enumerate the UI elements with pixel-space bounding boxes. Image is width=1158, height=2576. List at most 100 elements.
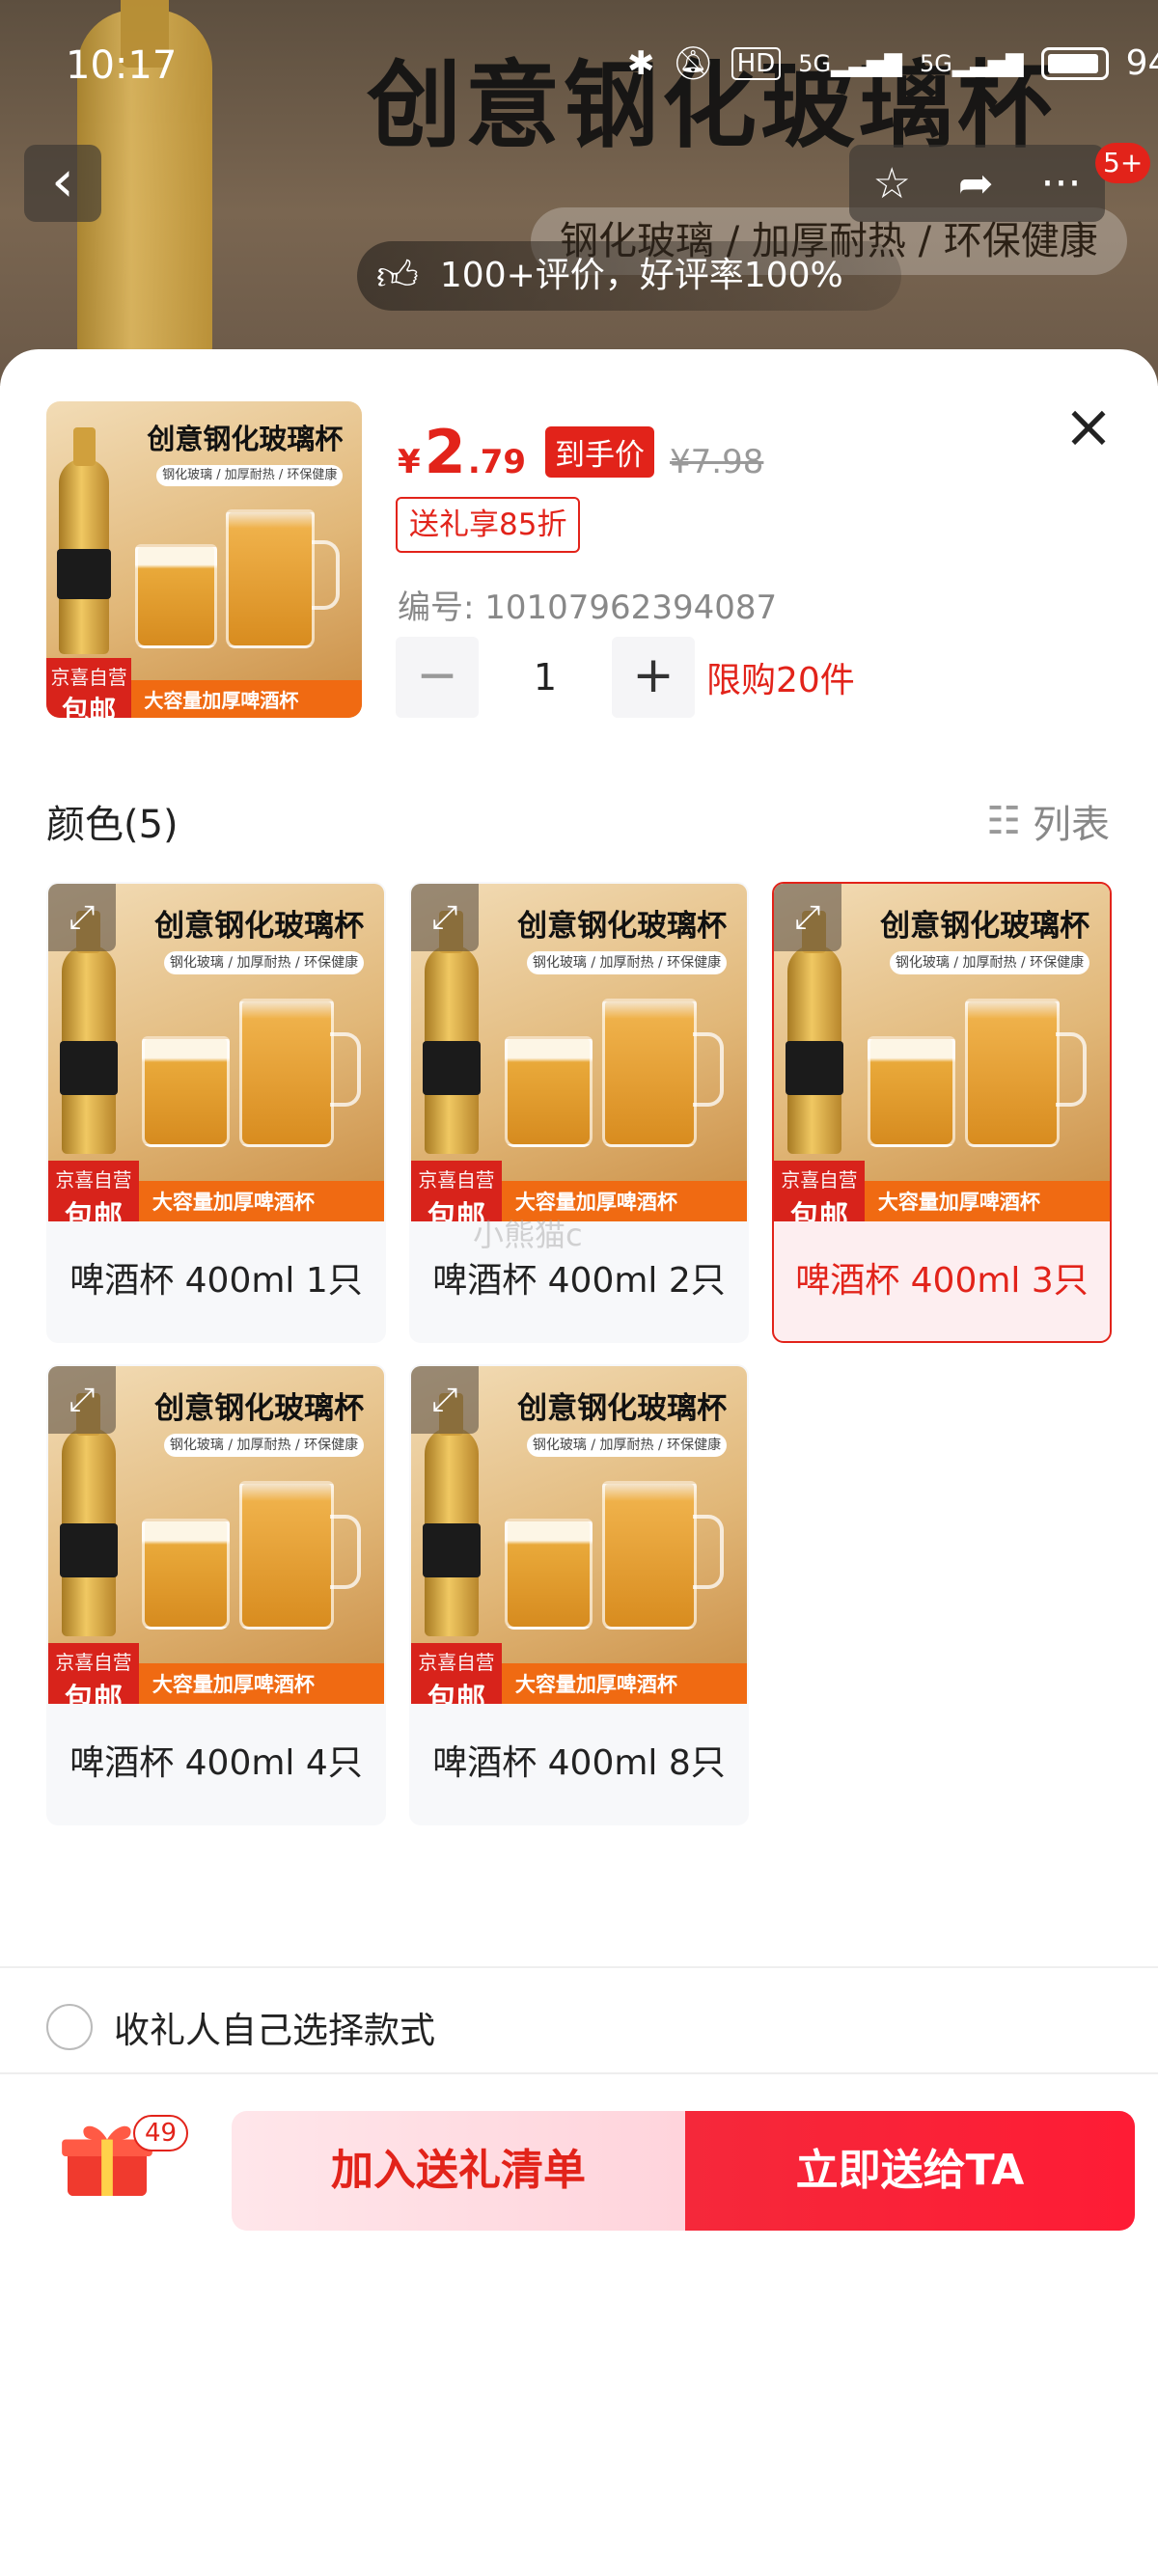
quantity-value[interactable]: 1 [479,656,612,699]
image-tags: 钢化玻璃 / 加厚耐热 / 环保健康 [156,464,344,486]
cart-badge: 5+ [1095,143,1151,183]
original-price: ¥7.98 [670,443,764,481]
price-symbol: ¥ [398,443,421,481]
image-title: 创意钢化玻璃杯 [154,908,365,944]
self-operated-badge: 京喜自营 包邮 [48,1161,139,1221]
expand-icon[interactable]: ⤢ [48,884,116,951]
color-option-card[interactable]: 创意钢化玻璃杯钢化玻璃 / 加厚耐热 / 环保健康京喜自营 包邮 大容量加厚啤酒杯 ⤢… [772,882,1112,1343]
bottle-graphic [59,911,118,1154]
bottle-graphic [422,911,481,1154]
expand-icon[interactable]: ⤢ [411,1366,479,1434]
image-tags: 钢化玻璃 / 加厚耐热 / 环保健康 [889,951,1090,974]
bottle-graphic [785,911,843,1154]
image-banner: 大容量加厚啤酒杯 [131,679,362,718]
image-title: 创意钢化玻璃杯 [147,423,344,456]
self-operated-badge: 京喜自营 包邮 [48,1643,139,1704]
product-image: 创意钢化玻璃杯钢化玻璃 / 加厚耐热 / 环保健康京喜自营 包邮 大容量加厚啤酒杯 ⤢ [774,884,1110,1221]
bluetooth-icon: ✱ [627,43,655,83]
option-label: 啤酒杯 400ml 4只 [69,1743,363,1783]
image-banner: 大容量加厚啤酒杯 [501,1663,747,1704]
option-label: 啤酒杯 400ml 3只 [795,1261,1089,1301]
mug-graphic [239,1481,334,1630]
image-title: 创意钢化玻璃杯 [517,1390,728,1426]
radio-button[interactable] [46,2004,93,2050]
image-banner: 大容量加厚啤酒杯 [864,1181,1110,1221]
bottle-graphic [422,1393,481,1636]
bottle-graphic [59,1393,118,1636]
review-text: 100+评价，好评率100% [439,256,843,295]
list-toggle-label: 列表 [1033,803,1110,847]
image-title: 创意钢化玻璃杯 [880,908,1090,944]
mug-graphic [965,999,1060,1147]
sku-number: 编号: 10107962394087 [398,589,778,627]
close-icon[interactable]: × [1060,397,1117,457]
status-icons: ✱ 🔕︎ HD 5G▂▃▅▇ 5G▂▃▅▇ 94% [627,43,1158,83]
gift-list-count: 49 [133,2115,189,2151]
purchase-limit: 限购20件 [706,661,855,700]
product-image: 创意钢化玻璃杯 钢化玻璃 / 加厚耐热 / 环保健康 京喜自营 包邮 大容量加厚啤酒杯 ⤢ [48,884,384,1221]
recipient-choose-label: 收礼人自己选择款式 [114,2010,435,2051]
mug-graphic [239,999,334,1147]
more-icon[interactable]: ··· [1041,159,1082,208]
add-to-gift-list-button[interactable]: 加入送礼清单 [232,2111,685,2231]
mug-graphic [602,1481,697,1630]
send-gift-now-button[interactable]: 立即送给TA [685,2111,1135,2231]
color-option-card[interactable]: 创意钢化玻璃杯 钢化玻璃 / 加厚耐热 / 环保健康 京喜自营 包邮 大容量加厚啤酒杯 ⤢… [409,882,749,1343]
color-section-title: 颜色(5) [46,803,179,847]
gift-discount-badge: 送礼享85折 [396,497,581,553]
price: ¥ 2 .79 到手价 ¥7.98 [398,417,763,487]
product-image: 创意钢化玻璃杯 钢化玻璃 / 加厚耐热 / 环保健康 京喜自营 包邮 大容量加厚啤酒杯 ⤢ [411,884,747,1221]
option-label: 啤酒杯 400ml 1只 [69,1261,363,1301]
image-title: 创意钢化玻璃杯 [517,908,728,944]
watermark: 小熊猫c [473,1217,583,1253]
battery-icon [1040,46,1109,80]
image-tags: 钢化玻璃 / 加厚耐热 / 环保健康 [163,951,365,974]
self-operated-badge: 京喜自营 包邮 [46,657,132,718]
self-operated-badge: 京喜自营 包邮 [411,1643,502,1704]
decrease-button[interactable]: − [396,637,479,718]
share-icon[interactable]: ➦ [958,159,994,208]
expand-icon[interactable]: ⤢ [774,884,841,951]
final-price-tag: 到手价 [545,426,655,478]
mug-graphic [142,1035,230,1147]
price-integer: 2 [424,417,466,487]
mute-icon: 🔕︎ [672,43,714,83]
image-tags: 钢化玻璃 / 加厚耐热 / 环保健康 [526,951,728,974]
image-tags: 钢化玻璃 / 加厚耐热 / 环保健康 [163,1434,365,1457]
signal-icon-2: 5G▂▃▅▇ [919,49,1024,77]
mug-graphic [226,508,315,648]
status-time: 10:17 [66,43,178,88]
screen: { "status_bar": { "time": "10:17", "netw… [0,0,1158,2576]
mug-graphic [602,999,697,1147]
image-title: 创意钢化玻璃杯 [154,1390,365,1426]
product-image: 创意钢化玻璃杯 钢化玻璃 / 加厚耐热 / 环保健康 京喜自营 包邮 大容量加厚啤酒杯 ⤢ [48,1366,384,1704]
bottle-graphic [57,426,112,655]
mug-graphic [505,1518,593,1630]
selected-product-thumbnail[interactable]: 创意钢化玻璃杯 钢化玻璃 / 加厚耐热 / 环保健康 京喜自营 包邮 大容量加厚… [46,401,362,718]
expand-icon[interactable]: ⤢ [48,1366,116,1434]
back-button[interactable]: ‹ [24,145,101,222]
increase-button[interactable]: + [612,637,695,718]
battery-level: 94% [1125,43,1158,83]
review-summary[interactable]: 👍︎ 100+评价，好评率100% [357,241,901,311]
recipient-choose-option[interactable]: 收礼人自己选择款式 [46,2001,435,2053]
color-option-card[interactable]: 创意钢化玻璃杯 钢化玻璃 / 加厚耐热 / 环保健康 京喜自营 包邮 大容量加厚啤酒杯 ⤢… [46,882,386,1343]
list-view-toggle[interactable]: ☷ 列表 [986,793,1110,849]
quantity-stepper: − 1 + 限购20件 [396,637,855,718]
thumbs-up-icon: 👍︎ [376,252,419,299]
top-actions: ☆ ➦ ··· [849,145,1105,222]
mug-graphic [505,1035,593,1147]
signal-icon: 5G▂▃▅▇ [798,49,902,77]
self-operated-badge: 京喜自营 包邮 [774,1161,865,1221]
image-tags: 钢化玻璃 / 加厚耐热 / 环保健康 [526,1434,728,1457]
list-icon: ☷ [986,799,1021,843]
product-image: 创意钢化玻璃杯钢化玻璃 / 加厚耐热 / 环保健康京喜自营 包邮 大容量加厚啤酒杯 ⤢ [411,1366,747,1704]
expand-icon[interactable]: ⤢ [411,884,479,951]
color-option-card[interactable]: 创意钢化玻璃杯钢化玻璃 / 加厚耐热 / 环保健康京喜自营 包邮 大容量加厚啤酒杯 ⤢… [409,1364,749,1825]
mug-graphic [868,1035,955,1147]
mug-graphic [134,543,217,648]
color-option-card[interactable]: 创意钢化玻璃杯 钢化玻璃 / 加厚耐热 / 环保健康 京喜自营 包邮 大容量加厚啤酒杯 ⤢… [46,1364,386,1825]
bottom-action-bar: 49 加入送礼清单 立即送给TA [0,2074,1158,2231]
mug-graphic [142,1518,230,1630]
favorite-star-icon[interactable]: ☆ [872,159,910,208]
